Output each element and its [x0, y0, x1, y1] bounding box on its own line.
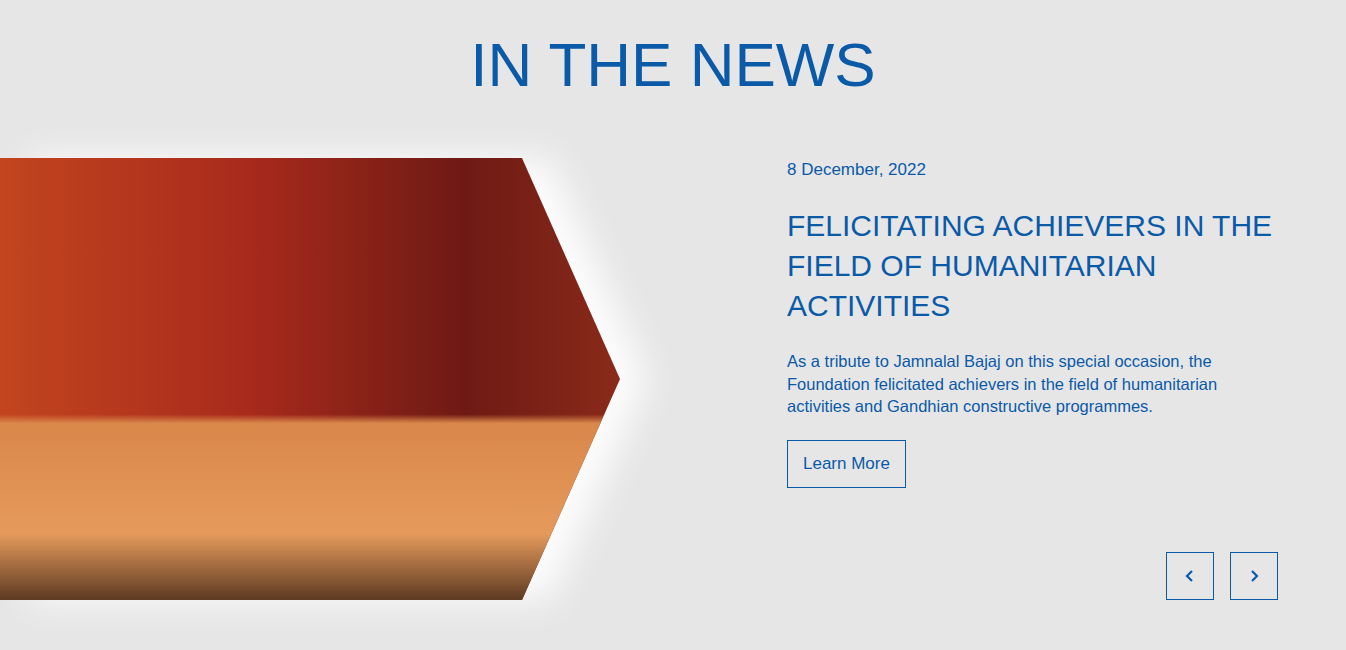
news-section: IN THE NEWS 8 December, 2022 FELICITATING …	[0, 0, 1346, 650]
news-slide: 8 December, 2022 FELICITATING ACHIEVERS I…	[0, 158, 1346, 600]
news-date: 8 December, 2022	[787, 159, 926, 181]
news-photo	[0, 158, 620, 600]
learn-more-button[interactable]: Learn More	[787, 440, 906, 488]
photo-frame	[0, 158, 620, 600]
chevron-right-icon	[1247, 569, 1261, 583]
section-title: IN THE NEWS	[0, 28, 1346, 102]
slider-nav	[1166, 552, 1278, 600]
chevron-left-icon	[1183, 569, 1197, 583]
news-description: As a tribute to Jamnalal Bajaj on this s…	[787, 350, 1277, 418]
next-button[interactable]	[1230, 552, 1278, 600]
news-heading: FELICITATING ACHIEVERS IN THE FIELD OF H…	[787, 206, 1278, 326]
prev-button[interactable]	[1166, 552, 1214, 600]
news-content: 8 December, 2022 FELICITATING ACHIEVERS I…	[787, 158, 1312, 600]
